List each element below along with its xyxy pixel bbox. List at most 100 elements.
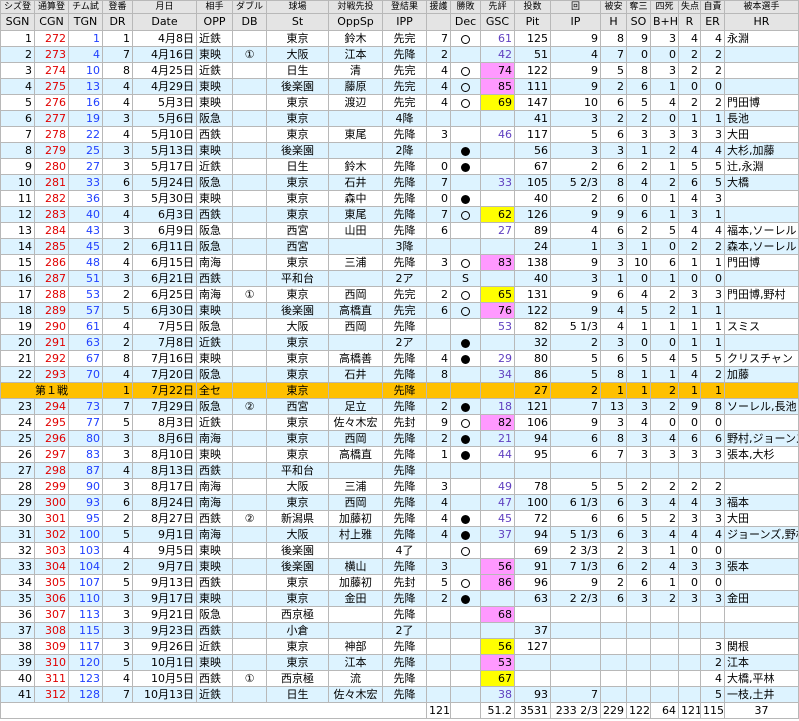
cell-hr [724, 334, 799, 351]
cell-bh: 3 [650, 30, 679, 47]
cell-gsc: 49 [480, 478, 515, 495]
cell-sup: 5 [426, 574, 451, 591]
cell-ip: 2 [550, 334, 601, 351]
cell-cgn: 292 [34, 350, 69, 367]
decision-cell [450, 430, 481, 447]
cell-gsc: 27 [480, 222, 515, 239]
cell-oppsp: 鈴木 [328, 30, 383, 47]
cell-date: 5月17日 [132, 158, 197, 175]
totals-pit: 3531 [514, 702, 551, 719]
cell-h: 5 [600, 478, 627, 495]
cell-dr: 5 [102, 414, 133, 431]
cell-ipp: 先降 [382, 366, 427, 383]
cell-r: 3 [678, 286, 701, 303]
cell-ip: 9 [550, 62, 601, 79]
cell-sgn: 40 [0, 670, 35, 687]
cell-ipp: 先降 [382, 222, 427, 239]
decision-cell [450, 638, 481, 655]
cell-st: 西京極 [266, 606, 329, 623]
decision-cell [450, 158, 481, 175]
header-en-cell: R [678, 13, 701, 31]
header-en-cell: B+H [650, 13, 679, 31]
cell-pit: 93 [514, 686, 551, 703]
cell-ip: 2 [550, 190, 601, 207]
cell-gsc: 86 [480, 574, 515, 591]
cell-tgn: 83 [68, 446, 103, 463]
cell-gsc: 47 [480, 494, 515, 511]
cell-opp: 阪急 [196, 222, 233, 239]
cell-ip: 5 [550, 478, 601, 495]
cell-opp: 阪急 [196, 398, 233, 415]
header-en-cell: TGN [68, 13, 103, 31]
cell-bh: 1 [650, 366, 679, 383]
cell-oppsp: 三浦 [328, 478, 383, 495]
cell-opp: 東映 [196, 78, 233, 95]
cell-dr: 3 [102, 638, 133, 655]
cell-dr: 8 [102, 62, 133, 79]
cell-tgn: 16 [68, 94, 103, 111]
cell-er: 2 [700, 238, 725, 255]
cell-st: 東京 [266, 206, 329, 223]
cell-st: 後楽園 [266, 78, 329, 95]
cell-opp: 東映 [196, 558, 233, 575]
cell-sup: 2 [426, 286, 451, 303]
cell-h: 8 [600, 30, 627, 47]
cell-cgn: 309 [34, 638, 69, 655]
cell-cgn: 280 [34, 158, 69, 175]
cell-dr: 7 [102, 686, 133, 703]
cell-ipp: 先降 [382, 318, 427, 335]
cell-r: 2 [678, 62, 701, 79]
cell-db [232, 446, 267, 463]
cell-h: 2 [600, 78, 627, 95]
cell-bh: 1 [650, 206, 679, 223]
cell-gsc [480, 238, 515, 255]
cell-bh: 2 [650, 590, 679, 607]
cell-er: 5 [700, 350, 725, 367]
cell-hr [724, 206, 799, 223]
cell-cgn: 273 [34, 46, 69, 63]
cell-so [626, 670, 651, 687]
cell-sup: 7 [426, 30, 451, 47]
cell-r: 2 [678, 238, 701, 255]
cell-bh: 2 [650, 478, 679, 495]
decision-cell [450, 414, 481, 431]
header-en-cell: DB [232, 13, 267, 31]
cell-tgn: 128 [68, 686, 103, 703]
cell-st: 小倉 [266, 622, 329, 639]
cell-hr: 張本 [724, 558, 799, 575]
table-row: 32 303 103 4 9月5日 東映 後楽園 4了 69 2 3/3 2 3 1 0 0 [0, 542, 799, 559]
table-row: 14 285 45 2 6月11日 阪急 西宮 3降 24 1 3 1 0 2 2 森本,ソーレル [0, 238, 799, 255]
cell-ip: 2 3/3 [550, 542, 601, 559]
cell-sgn: 32 [0, 542, 35, 559]
cell-oppsp: 神部 [328, 638, 383, 655]
cell-so: 2 [626, 478, 651, 495]
cell-r [678, 686, 701, 703]
cell-cgn: 306 [34, 590, 69, 607]
cell-cgn: 284 [34, 222, 69, 239]
cell-sup [426, 382, 451, 399]
cell-db [232, 142, 267, 159]
cell-gsc [480, 622, 515, 639]
header-jp-cell: シズ登 [0, 0, 35, 14]
cell-ip: 2 [550, 382, 601, 399]
cell-sgn: 22 [0, 366, 35, 383]
totals-row: 121 51.2 3531 233 2/3 229 122 64 121 115… [0, 702, 799, 719]
cell-gsc: 62 [480, 206, 515, 223]
cell-r: 9 [678, 398, 701, 415]
cell-hr [724, 606, 799, 623]
cell-h: 6 [600, 190, 627, 207]
header-row-jp: シズ登 通算登 チム試 登番 月日 相手 ダブル 球場 対戦先投 登結果 援護 勝敗 先評 投数回被安 奪三… [0, 0, 799, 14]
cell-date: 9月21日 [132, 606, 197, 623]
cell-ipp: 先降 [382, 494, 427, 511]
cell-st: 東京 [266, 94, 329, 111]
cell-h: 4 [600, 318, 627, 335]
cell-cgn: 302 [34, 526, 69, 543]
cell-sgn: 29 [0, 494, 35, 511]
cell-opp: 東映 [196, 302, 233, 319]
cell-h: 6 [600, 590, 627, 607]
cell-h: 7 [600, 46, 627, 63]
cell-so: 2 [626, 222, 651, 239]
cell-pit: 69 [514, 542, 551, 559]
cell-er: 2 [700, 62, 725, 79]
cell-r: 4 [678, 190, 701, 207]
